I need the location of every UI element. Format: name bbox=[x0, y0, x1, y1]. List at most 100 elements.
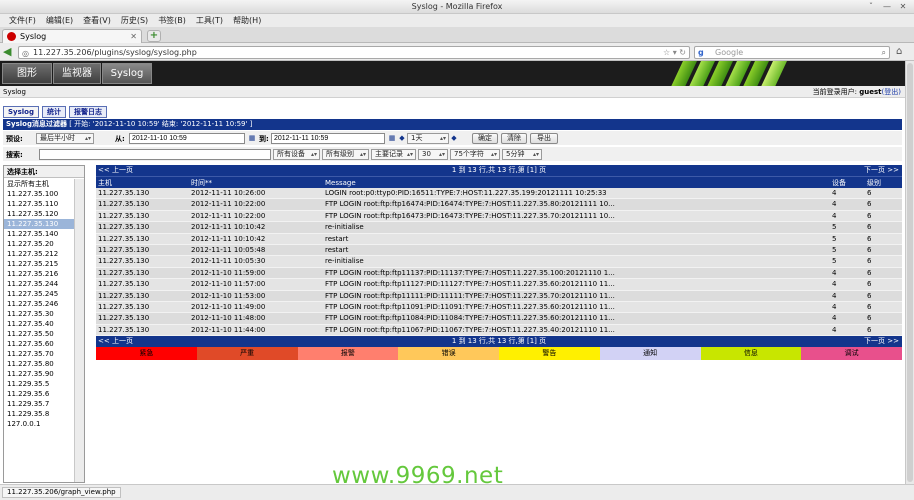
search-box[interactable]: g Google ⌕ bbox=[694, 46, 890, 59]
timespan-select[interactable]: 1天 ▴▾ bbox=[407, 133, 449, 144]
menu-history[interactable]: 历史(S) bbox=[116, 15, 153, 26]
host-item[interactable]: 11.227.35.110 bbox=[4, 199, 75, 209]
window-minimize-button[interactable]: — bbox=[882, 2, 892, 12]
refresh-select[interactable]: 5分钟 ▴▾ bbox=[502, 149, 542, 160]
cell-level: 6 bbox=[867, 291, 872, 300]
host-item[interactable]: 11.227.35.215 bbox=[4, 259, 75, 269]
host-list[interactable]: 显示所有主机 11.227.35.100 11.227.35.110 11.227.3… bbox=[4, 179, 75, 482]
host-item[interactable]: 11.227.35.60 bbox=[4, 339, 75, 349]
subtab-statistics[interactable]: 统计 bbox=[42, 106, 66, 118]
new-tab-button[interactable]: + bbox=[147, 30, 161, 42]
menu-help[interactable]: 帮助(H) bbox=[228, 15, 266, 26]
back-arrow-icon[interactable]: ◀ bbox=[3, 46, 16, 58]
table-row[interactable]: 11.227.35.130 2012-11-10 11:48:00 FTP LOGI… bbox=[96, 313, 902, 325]
calendar-icon[interactable]: ▦ bbox=[388, 134, 396, 142]
host-item[interactable]: 11.229.35.5 bbox=[4, 379, 75, 389]
clear-button[interactable]: 清除 bbox=[501, 133, 527, 144]
next-page-link[interactable]: 下一页 >> bbox=[864, 165, 899, 176]
menu-view[interactable]: 查看(V) bbox=[78, 15, 116, 26]
cell-time: 2012-11-10 11:49:00 bbox=[191, 302, 266, 311]
host-item[interactable]: 11.227.35.100 bbox=[4, 189, 75, 199]
home-icon[interactable]: ⌂ bbox=[896, 45, 910, 59]
host-item[interactable]: 11.227.35.244 bbox=[4, 279, 75, 289]
cell-facility: 5 bbox=[832, 234, 837, 243]
host-item[interactable]: 显示所有主机 bbox=[4, 179, 75, 189]
host-item[interactable]: 11.227.35.30 bbox=[4, 309, 75, 319]
prev-page-link[interactable]: << 上一页 bbox=[98, 165, 133, 176]
subtab-alert-log[interactable]: 报警日志 bbox=[69, 106, 107, 118]
window-menu-button[interactable]: ˇ bbox=[866, 2, 876, 12]
menu-edit[interactable]: 编辑(E) bbox=[41, 15, 78, 26]
browser-tab-syslog[interactable]: Syslog ✕ bbox=[2, 29, 142, 43]
tab-syslog[interactable]: Syslog bbox=[102, 63, 152, 84]
window-close-button[interactable]: ✕ bbox=[898, 2, 908, 12]
bookmark-star-icon[interactable]: ☆ ▾ ↻ bbox=[663, 47, 686, 58]
rows-select[interactable]: 30 ▴▾ bbox=[418, 149, 448, 160]
cell-host: 11.227.35.130 bbox=[98, 200, 150, 209]
google-engine-icon[interactable]: g bbox=[698, 47, 704, 58]
shift-right-icon[interactable]: ◆ bbox=[450, 134, 458, 142]
table-row[interactable]: 11.227.35.130 2012-11-10 11:44:00 FTP LOGI… bbox=[96, 324, 902, 337]
host-item[interactable]: 11.227.35.50 bbox=[4, 329, 75, 339]
host-item[interactable]: 11.227.35.216 bbox=[4, 269, 75, 279]
search-input[interactable] bbox=[39, 149, 271, 160]
logout-link[interactable]: (登出) bbox=[882, 88, 901, 96]
menu-bookmarks[interactable]: 书签(B) bbox=[153, 15, 191, 26]
page-scrollbar-thumb[interactable] bbox=[907, 63, 913, 482]
prev-page-link[interactable]: << 上一页 bbox=[98, 336, 133, 347]
tab-monitor[interactable]: 监视器 bbox=[53, 63, 101, 84]
host-item[interactable]: 11.227.35.120 bbox=[4, 209, 75, 219]
host-item[interactable]: 11.229.35.8 bbox=[4, 409, 75, 419]
host-item[interactable]: 11.227.35.20 bbox=[4, 239, 75, 249]
device-select[interactable]: 所有设备 ▴▾ bbox=[273, 149, 320, 160]
site-identity-icon[interactable]: ◎ bbox=[22, 48, 29, 59]
table-row[interactable]: 11.227.35.130 2012-11-10 11:53:00 FTP LOGI… bbox=[96, 290, 902, 302]
cell-host: 11.227.35.130 bbox=[98, 234, 150, 243]
table-row[interactable]: 11.227.35.130 2012-11-11 10:22:00 FTP LOGI… bbox=[96, 210, 902, 223]
table-row[interactable]: 11.227.35.130 2012-11-10 11:49:00 FTP LOGI… bbox=[96, 301, 902, 314]
host-item[interactable]: 11.229.35.6 bbox=[4, 389, 75, 399]
cell-host: 11.227.35.130 bbox=[98, 302, 150, 311]
cell-time: 2012-11-11 10:10:42 bbox=[191, 234, 266, 243]
host-item[interactable]: 11.227.35.212 bbox=[4, 249, 75, 259]
status-url: 11.227.35.206/graph_view.php bbox=[2, 487, 121, 498]
records-select[interactable]: 主要记录 ▴▾ bbox=[371, 149, 416, 160]
url-bar[interactable]: ◎ 11.227.35.206/plugins/syslog/syslog.ph… bbox=[18, 46, 690, 59]
char-limit-select[interactable]: 75个字符 ▴▾ bbox=[450, 149, 500, 160]
host-item[interactable]: 11.227.35.90 bbox=[4, 369, 75, 379]
search-icon[interactable]: ⌕ bbox=[882, 47, 886, 58]
host-item[interactable]: 127.0.0.1 bbox=[4, 419, 75, 429]
next-page-link[interactable]: 下一页 >> bbox=[864, 336, 899, 347]
to-date-input[interactable] bbox=[271, 133, 385, 144]
table-row[interactable]: 11.227.35.130 2012-11-11 10:10:42 re-initi… bbox=[96, 222, 902, 234]
table-row[interactable]: 11.227.35.130 2012-11-11 10:22:00 FTP LOGI… bbox=[96, 199, 902, 211]
host-item[interactable]: 11.227.35.40 bbox=[4, 319, 75, 329]
menu-file[interactable]: 文件(F) bbox=[4, 15, 41, 26]
host-item[interactable]: 11.227.35.140 bbox=[4, 229, 75, 239]
tab-graphs[interactable]: 图形 bbox=[2, 63, 52, 84]
host-item[interactable]: 11.227.35.246 bbox=[4, 299, 75, 309]
host-item[interactable]: 11.227.35.70 bbox=[4, 349, 75, 359]
close-tab-icon[interactable]: ✕ bbox=[130, 32, 137, 41]
host-item[interactable]: 11.227.35.245 bbox=[4, 289, 75, 299]
table-row[interactable]: 11.227.35.130 2012-11-10 11:59:00 FTP LOGI… bbox=[96, 267, 902, 280]
host-item[interactable]: 11.229.35.7 bbox=[4, 399, 75, 409]
table-row[interactable]: 11.227.35.130 2012-11-11 10:05:30 re-initi… bbox=[96, 256, 902, 268]
table-row[interactable]: 11.227.35.130 2012-11-10 11:57:00 FTP LOGI… bbox=[96, 279, 902, 291]
subtab-syslog[interactable]: Syslog bbox=[3, 106, 39, 118]
host-list-scrollbar[interactable] bbox=[74, 179, 84, 482]
preset-select[interactable]: 最后半小时 ▴▾ bbox=[36, 133, 94, 144]
export-button[interactable]: 导出 bbox=[530, 133, 558, 144]
page-scrollbar[interactable] bbox=[905, 61, 914, 484]
menu-tools[interactable]: 工具(T) bbox=[191, 15, 228, 26]
level-select[interactable]: 所有级别 ▴▾ bbox=[322, 149, 369, 160]
table-row[interactable]: 11.227.35.130 2012-11-11 10:05:48 restart 5… bbox=[96, 244, 902, 257]
table-row[interactable]: 11.227.35.130 2012-11-11 10:26:00 LOGIN ro… bbox=[96, 188, 902, 200]
host-item[interactable]: 11.227.35.80 bbox=[4, 359, 75, 369]
shift-left-icon[interactable]: ◆ bbox=[398, 134, 406, 142]
go-button[interactable]: 确定 bbox=[472, 133, 498, 144]
calendar-icon[interactable]: ▦ bbox=[248, 134, 256, 142]
table-row[interactable]: 11.227.35.130 2012-11-11 10:10:42 restart 5… bbox=[96, 233, 902, 245]
from-date-input[interactable] bbox=[129, 133, 245, 144]
host-item[interactable]: 11.227.35.130 bbox=[4, 219, 75, 229]
